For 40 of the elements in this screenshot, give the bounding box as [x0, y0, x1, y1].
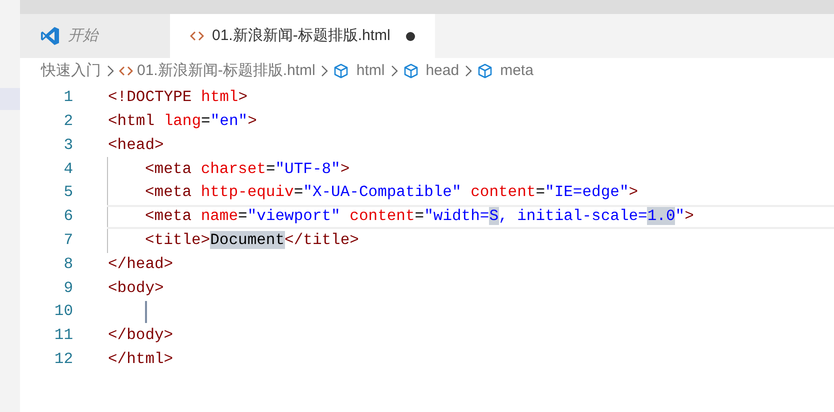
breadcrumb-item[interactable]: 01.新浪新闻-标题排版.html — [137, 60, 316, 82]
code-line: <meta name="viewport" content="width=S, initial-scale=1.0"> — [145, 206, 694, 228]
code-line: <html lang="en"> — [108, 111, 257, 132]
line-number: 9 — [62, 278, 73, 299]
code-icon — [190, 30, 204, 42]
code-line: <body> — [108, 278, 164, 299]
code-line: </html> — [108, 349, 174, 370]
app-logo-icon — [40, 26, 60, 46]
cube-icon — [333, 63, 350, 79]
code-line: <title>Document</title> — [145, 230, 359, 252]
line-number: 11 — [53, 325, 73, 346]
line-number: 12 — [53, 349, 73, 370]
breadcrumb-item[interactable]: 快速入门 — [41, 60, 101, 82]
code-line: <meta charset="UTF-8"> — [145, 158, 350, 180]
line-number: 6 — [62, 206, 73, 228]
code-line: <head> — [108, 134, 164, 156]
cube-icon — [402, 63, 419, 79]
line-number: 2 — [62, 111, 73, 132]
line-number: 5 — [62, 182, 73, 204]
line-number: 7 — [62, 230, 73, 252]
code-line: </body> — [108, 325, 174, 346]
code-line: </head> — [108, 254, 174, 275]
chevron-right-icon — [320, 65, 328, 77]
line-number: 3 — [62, 134, 73, 156]
code-line: <!DOCTYPE html> — [108, 87, 248, 108]
code-line: <meta http-equiv="X-UA-Compatible" content="IE=edge"> — [145, 182, 638, 204]
line-number: 10 — [53, 301, 73, 322]
editor-tab[interactable]: 开始 — [20, 14, 170, 58]
breadcrumb-item[interactable]: html — [356, 60, 385, 82]
code-icon — [119, 65, 133, 77]
line-number: 1 — [62, 87, 73, 108]
chevron-right-icon — [106, 65, 114, 77]
chevron-right-icon — [390, 65, 398, 77]
breadcrumb-item[interactable]: head — [426, 60, 460, 82]
line-number: 8 — [62, 254, 73, 275]
line-number: 4 — [62, 158, 73, 180]
cube-icon — [477, 63, 494, 79]
breadcrumb-item[interactable]: meta — [500, 60, 534, 82]
chevron-right-icon — [464, 65, 472, 77]
editor-tab[interactable]: 01.新浪新闻-标题排版.html — [170, 14, 436, 58]
